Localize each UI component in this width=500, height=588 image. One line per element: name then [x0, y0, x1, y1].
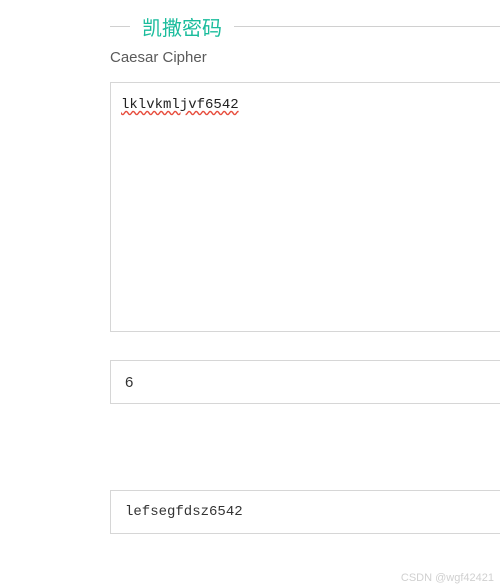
plaintext-value: lefsegfdsz6542 [125, 504, 243, 520]
shift-value: 6 [125, 374, 133, 391]
shift-input[interactable]: 6 [110, 360, 500, 404]
watermark: CSDN @wgf42421 [401, 572, 494, 584]
title-row: 凯撒密码 [110, 12, 500, 41]
ciphertext-value: lklvkmljvf6542 [121, 97, 239, 113]
divider-right [234, 26, 500, 27]
page-title: 凯撒密码 [142, 12, 222, 41]
cipher-tool-container: 凯撒密码 Caesar Cipher lklvkmljvf6542 6 lefs… [0, 12, 500, 534]
page-subtitle: Caesar Cipher [110, 49, 500, 66]
plaintext-output[interactable]: lefsegfdsz6542 [110, 490, 500, 534]
divider-left [110, 26, 130, 27]
ciphertext-input[interactable]: lklvkmljvf6542 [110, 82, 500, 332]
